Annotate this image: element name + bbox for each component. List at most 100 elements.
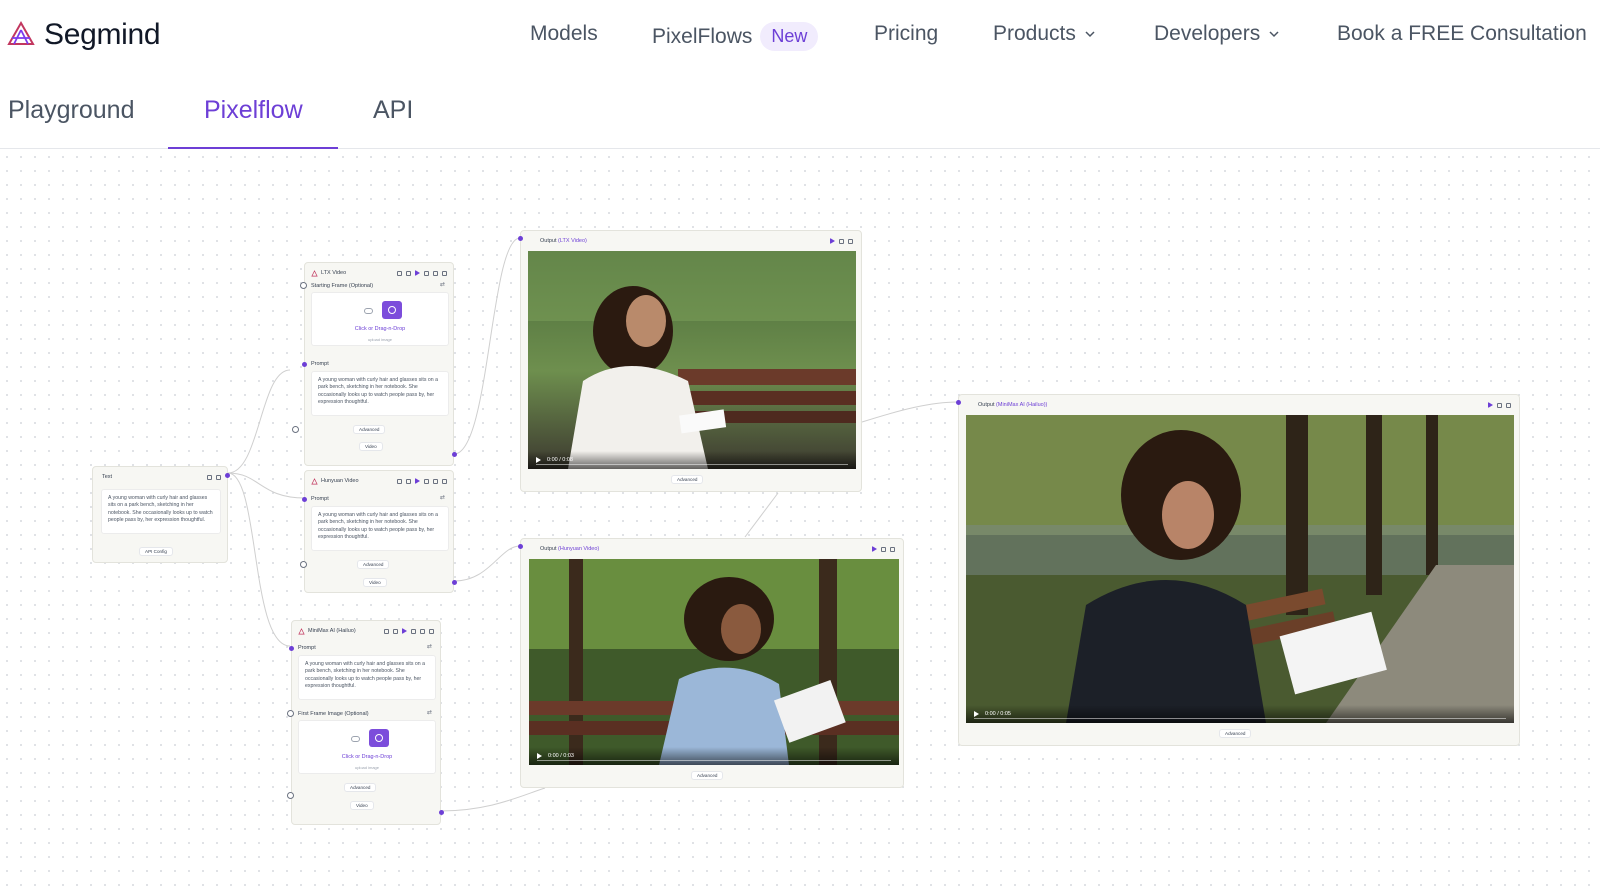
copy-icon[interactable] <box>1497 402 1502 408</box>
copy-icon[interactable] <box>424 270 429 276</box>
input-port[interactable] <box>300 561 307 568</box>
check-icon[interactable] <box>442 478 447 484</box>
video-output-dropdown[interactable]: Video <box>350 801 374 810</box>
starting-frame-upload[interactable]: Click or Drag-n-Drop upload image <box>311 292 449 346</box>
copy-icon[interactable] <box>207 474 212 480</box>
ltx-video-player[interactable]: 0:00 / 0:08 <box>528 251 856 469</box>
api-config-dropdown[interactable]: API Config <box>139 547 173 556</box>
camera-icon[interactable] <box>382 301 402 319</box>
video-output-dropdown[interactable]: Video <box>359 442 383 451</box>
video-output-dropdown[interactable]: Video <box>363 578 387 587</box>
info-icon[interactable] <box>397 270 402 276</box>
nav-developers[interactable]: Developers <box>1154 22 1280 46</box>
swap-icon[interactable]: ⇄ <box>427 643 432 650</box>
run-icon[interactable] <box>872 546 877 552</box>
output-port[interactable] <box>452 580 457 585</box>
video-progress-bar[interactable] <box>974 717 1506 719</box>
prompt-input[interactable]: A young woman with curly hair and glasse… <box>311 506 449 551</box>
input-port[interactable] <box>300 282 307 289</box>
output-hunyuan-node[interactable]: Output (Hunyuan Video) 0:00 / 0:03 Advan… <box>518 538 904 788</box>
node-header: Output (Hunyuan Video) <box>537 543 895 555</box>
play-icon[interactable] <box>536 457 541 463</box>
nav-products[interactable]: Products <box>993 22 1096 46</box>
swap-icon[interactable]: ⇄ <box>427 709 432 716</box>
output-port[interactable] <box>225 473 230 478</box>
output-minimax-node[interactable]: Output (MiniMax AI (Hailuo)) 0:00 / 0:05… <box>956 394 1520 746</box>
video-progress-bar[interactable] <box>536 463 848 465</box>
copy-icon[interactable] <box>881 546 886 552</box>
hunyuan-video-player[interactable]: 0:00 / 0:03 <box>529 559 899 765</box>
advanced-dropdown[interactable]: Advanced <box>353 425 386 434</box>
run-icon[interactable] <box>1488 402 1493 408</box>
prompt-input-port[interactable] <box>302 497 307 502</box>
delete-icon[interactable] <box>420 628 425 634</box>
check-icon[interactable] <box>442 270 447 276</box>
first-frame-upload[interactable]: Click or Drag-n-Drop upload image <box>298 720 436 774</box>
swap-icon[interactable]: ⇄ <box>440 281 445 288</box>
tab-api[interactable]: API <box>373 96 413 125</box>
tab-pixelflow[interactable]: Pixelflow <box>204 96 303 125</box>
input-port[interactable] <box>292 426 299 433</box>
active-tab-indicator <box>168 147 338 149</box>
delete-icon[interactable] <box>1506 402 1511 408</box>
advanced-dropdown[interactable]: Advanced <box>1219 729 1252 738</box>
info-icon[interactable] <box>397 478 402 484</box>
advanced-dropdown[interactable]: Advanced <box>357 560 390 569</box>
swap-icon[interactable]: ⇄ <box>440 494 445 501</box>
node-header: LTX Video <box>311 267 447 279</box>
nav-book-consultation[interactable]: Book a FREE Consultation <box>1337 22 1587 46</box>
copy-icon[interactable] <box>839 238 844 244</box>
model-icon <box>311 477 318 484</box>
delete-icon[interactable] <box>216 474 221 480</box>
hunyuan-video-node[interactable]: Hunyuan Video Prompt ⇄ A young woman wit… <box>300 470 457 593</box>
play-icon[interactable] <box>537 753 542 759</box>
camera-icon[interactable] <box>369 729 389 747</box>
advanced-dropdown[interactable]: Advanced <box>671 475 704 484</box>
node-header: Hunyuan Video <box>311 475 447 487</box>
node-header: Text <box>99 471 221 483</box>
minimize-icon[interactable] <box>406 478 411 484</box>
advanced-dropdown[interactable]: Advanced <box>344 783 377 792</box>
minimax-node[interactable]: MiniMax AI (Hailuo) Prompt ⇄ A young wom… <box>287 620 444 825</box>
nav-pixelflows[interactable]: PixelFlows New <box>652 22 819 51</box>
delete-icon[interactable] <box>433 270 438 276</box>
nav-pricing[interactable]: Pricing <box>874 22 938 46</box>
prompt-input-port[interactable] <box>289 646 294 651</box>
delete-icon[interactable] <box>848 238 853 244</box>
input-port[interactable] <box>287 710 294 717</box>
input-port[interactable] <box>287 792 294 799</box>
run-icon[interactable] <box>415 478 420 484</box>
prompt-label: Prompt <box>311 361 329 367</box>
run-icon[interactable] <box>415 270 420 276</box>
play-icon[interactable] <box>974 711 979 717</box>
copy-icon[interactable] <box>411 628 416 634</box>
video-progress-bar[interactable] <box>537 759 891 761</box>
advanced-dropdown[interactable]: Advanced <box>691 771 724 780</box>
tab-playground[interactable]: Playground <box>8 96 134 125</box>
run-icon[interactable] <box>830 238 835 244</box>
minimize-icon[interactable] <box>393 628 398 634</box>
info-icon[interactable] <box>384 628 389 634</box>
prompt-input[interactable]: A young woman with curly hair and glasse… <box>298 655 436 700</box>
check-icon[interactable] <box>429 628 434 634</box>
output-ltx-node[interactable]: Output (LTX Video) 0:00 / 0:08 Advanced <box>518 230 862 492</box>
prompt-input-port[interactable] <box>302 362 307 367</box>
copy-icon[interactable] <box>424 478 429 484</box>
text-input[interactable]: A young woman with curly hair and glasse… <box>101 489 221 534</box>
video-controls: 0:00 / 0:03 <box>529 747 899 765</box>
text-node[interactable]: Text A young woman with curly hair and g… <box>92 466 230 563</box>
input-port[interactable] <box>518 236 523 241</box>
output-port[interactable] <box>439 810 444 815</box>
ltx-video-node[interactable]: LTX Video Starting Frame (Optional) ⇄ Cl… <box>292 262 457 466</box>
prompt-input[interactable]: A young woman with curly hair and glasse… <box>311 371 449 416</box>
input-port[interactable] <box>956 400 961 405</box>
output-port[interactable] <box>452 452 457 457</box>
minimize-icon[interactable] <box>406 270 411 276</box>
minimax-video-player[interactable]: 0:00 / 0:05 <box>966 415 1514 723</box>
run-icon[interactable] <box>402 628 407 634</box>
delete-icon[interactable] <box>433 478 438 484</box>
delete-icon[interactable] <box>890 546 895 552</box>
input-port[interactable] <box>518 544 523 549</box>
nav-models[interactable]: Models <box>530 22 598 46</box>
brand-logo[interactable]: Segmind <box>6 18 161 52</box>
